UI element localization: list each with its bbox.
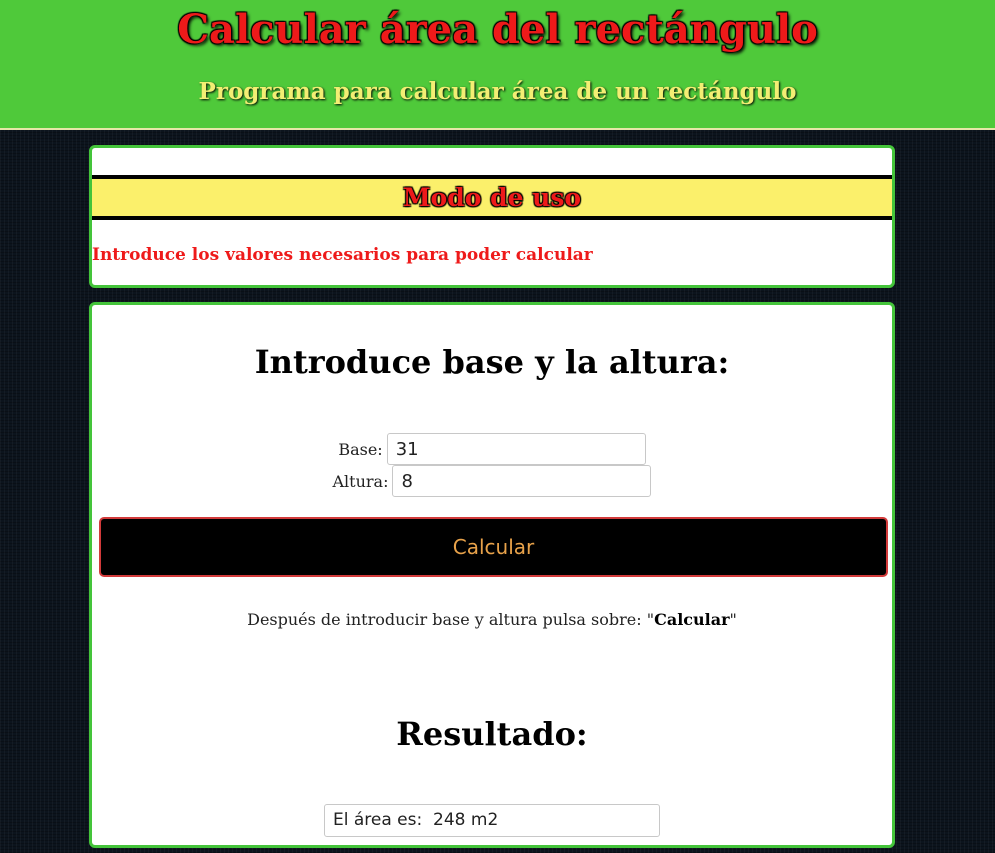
usage-title: Modo de uso bbox=[402, 183, 582, 212]
hint-bold: Calcular bbox=[654, 610, 730, 629]
result-title: Resultado: bbox=[396, 715, 588, 753]
altura-label: Altura: bbox=[332, 471, 389, 491]
altura-row: Altura: bbox=[92, 465, 892, 497]
page-subtitle: Programa para calcular área de un rectán… bbox=[198, 78, 797, 105]
usage-instructions: Introduce los valores necesarios para po… bbox=[92, 245, 593, 265]
usage-banner: Modo de uso bbox=[92, 175, 892, 220]
altura-input[interactable] bbox=[392, 465, 652, 497]
page-title: Calcular área del rectángulo bbox=[177, 6, 818, 53]
calculate-button[interactable]: Calcular bbox=[99, 517, 888, 577]
page-header: Calcular área del rectángulo Programa pa… bbox=[0, 0, 995, 130]
calculator-card: Introduce base y la altura: Base: Altura… bbox=[89, 302, 895, 848]
hint-prefix: Después de introducir base y altura puls… bbox=[247, 610, 655, 629]
hint-suffix: " bbox=[729, 610, 737, 629]
base-label: Base: bbox=[338, 439, 383, 459]
base-row: Base: bbox=[92, 433, 892, 465]
result-output: El área es: 248 m2 bbox=[324, 804, 660, 837]
base-input[interactable] bbox=[386, 433, 646, 465]
usage-card: Modo de uso Introduce los valores necesa… bbox=[89, 145, 895, 288]
form-title: Introduce base y la altura: bbox=[254, 343, 730, 381]
instructions-hint: Después de introducir base y altura puls… bbox=[92, 610, 892, 629]
